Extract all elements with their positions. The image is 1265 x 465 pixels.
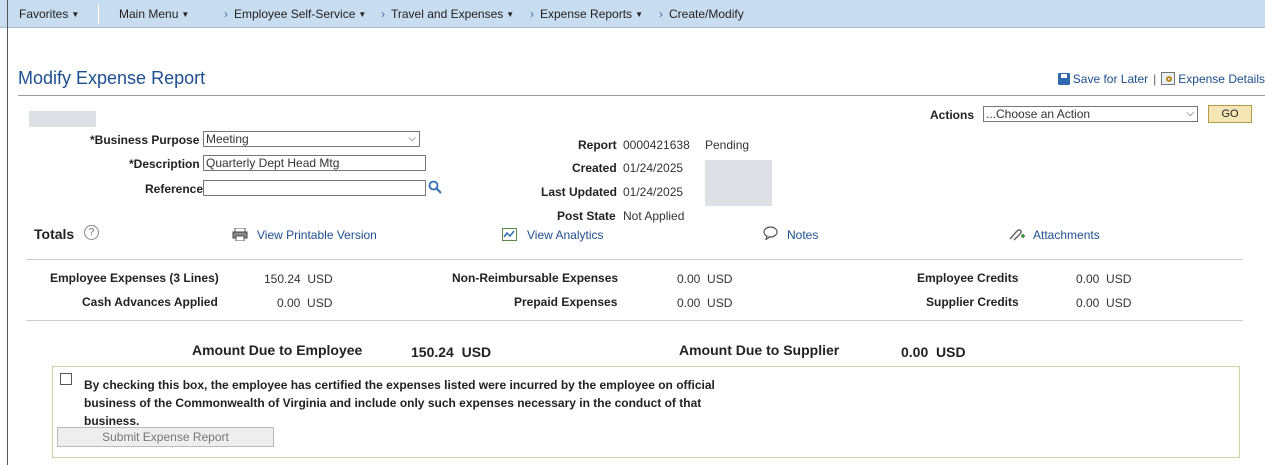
currency: USD [307,272,333,286]
post-state-label: Post State [557,209,616,223]
toolbar-separator: | [1153,72,1157,86]
currency: USD [1106,272,1132,286]
description-label: *Description [129,157,200,171]
redacted-name [29,111,96,127]
reference-field[interactable] [203,180,426,196]
expense-details-link[interactable]: Expense Details [1178,72,1265,86]
amount: 0.00 [677,296,701,310]
expense-details-icon [1161,72,1176,85]
supplier-credits-label: Supplier Credits [926,295,1019,309]
view-analytics-link[interactable]: View Analytics [527,228,603,242]
page-title: Modify Expense Report [18,68,206,88]
created-label: Created [572,161,617,175]
non-reimbursable-label: Non-Reimbursable Expenses [452,271,619,285]
reference-label: Reference [145,182,204,196]
submit-expense-report-button[interactable]: Submit Expense Report [57,427,274,447]
employee-credits-label: Employee Credits [917,271,1019,285]
employee-expenses-value: 150.24 USD [264,272,333,286]
prepaid-value: 0.00 USD [677,296,732,310]
description-field[interactable]: Quarterly Dept Head Mtg [203,155,426,171]
last-updated-date: 01/24/2025 [623,185,684,199]
paperclip-icon [1008,227,1026,242]
save-icon [1057,73,1070,85]
report-id: 0000421638 [623,138,690,152]
actions-dropdown[interactable]: ...Choose an Action ⌵ [983,106,1198,122]
chevron-down-icon: ⌵ [408,133,416,144]
save-for-later-link[interactable]: Save for Later [1073,72,1148,86]
help-icon[interactable]: ? [84,225,99,240]
view-printable-version-link[interactable]: View Printable Version [257,228,377,242]
business-purpose-dropdown[interactable]: Meeting ⌵ [203,131,420,147]
supplier-credits-value: 0.00 USD [1076,296,1131,310]
printer-icon [232,227,248,242]
attachments-link[interactable]: Attachments [1033,228,1100,242]
certification-text: By checking this box, the employee has c… [84,378,715,428]
report-status: Pending [705,138,750,152]
currency: USD [707,272,733,286]
amount: 0.00 [677,272,701,286]
actions-dropdown-value: ...Choose an Action [986,107,1091,121]
totals-bottom-divider [26,320,1243,321]
currency: USD [707,296,733,310]
page-toolbar: Save for Later | Expense Details [1057,72,1265,86]
amount: 0.00 [1076,272,1100,286]
amount-due-supplier-label: Amount Due to Supplier [679,342,840,358]
amount-due-supplier-value: 0.00 USD [901,344,966,360]
certification-checkbox[interactable] [60,373,72,385]
cash-advances-value: 0.00 USD [277,296,332,310]
actions-label: Actions [930,108,975,122]
employee-credits-value: 0.00 USD [1076,272,1131,286]
business-purpose-value: Meeting [206,132,249,146]
employee-expenses-label: Employee Expenses (3 Lines) [50,271,219,285]
redacted-image [705,160,772,206]
last-updated-label: Last Updated [541,185,618,199]
amount: 0.00 [1076,296,1100,310]
search-icon[interactable] [428,180,442,194]
notes-link[interactable]: Notes [787,228,818,242]
post-state-value: Not Applied [623,209,685,223]
totals-heading: Totals [34,226,75,242]
analytics-icon [502,228,517,241]
amount: 150.24 [264,272,301,286]
prepaid-label: Prepaid Expenses [514,295,618,309]
currency: USD [307,296,333,310]
non-reimbursable-value: 0.00 USD [677,272,732,286]
report-label: Report [578,138,617,152]
amount-due-employee-label: Amount Due to Employee [192,342,363,358]
business-purpose-label: *Business Purpose [90,133,200,147]
notes-icon [763,226,778,241]
go-button[interactable]: GO [1208,105,1252,123]
title-divider [18,95,1265,96]
totals-top-divider [26,259,1243,260]
amount-due-employee-value: 150.24 USD [411,344,492,360]
amount: 0.00 [277,296,301,310]
cash-advances-label: Cash Advances Applied [82,295,218,309]
chevron-down-icon: ⌵ [1186,108,1194,119]
currency: USD [1106,296,1132,310]
created-date: 01/24/2025 [623,161,684,175]
